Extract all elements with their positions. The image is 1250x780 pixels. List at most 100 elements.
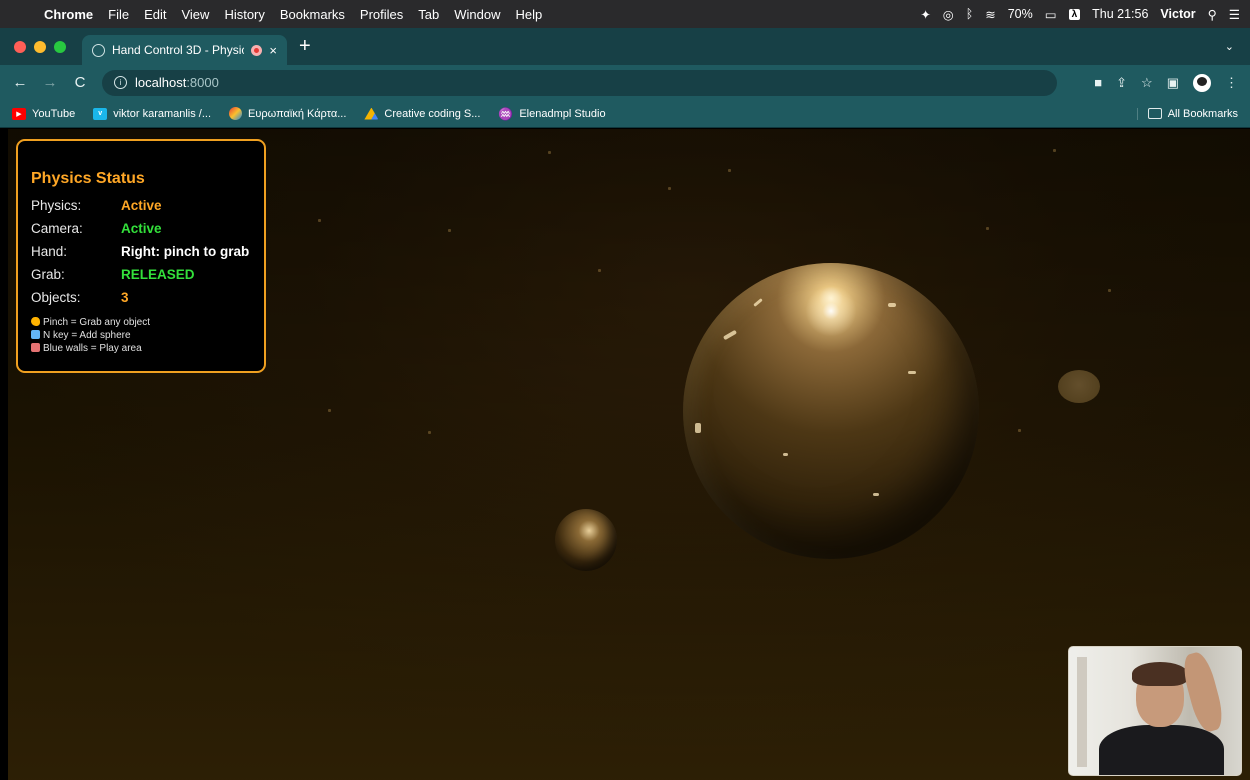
site-info-icon[interactable]: i — [114, 76, 127, 89]
macos-menu-bar: Chrome File Edit View History Bookmarks … — [0, 0, 1250, 28]
battery-icon[interactable]: ▭ — [1045, 7, 1057, 22]
back-button[interactable]: ← — [12, 74, 28, 91]
hint-text: N key = Add sphere — [43, 330, 131, 341]
chevron-down-icon[interactable]: ⌄ — [1225, 40, 1234, 53]
wall-icon — [31, 343, 40, 352]
distant-sphere[interactable] — [1058, 370, 1100, 403]
wifi-icon[interactable]: ≋ — [985, 7, 995, 22]
menu-bookmarks[interactable]: Bookmarks — [280, 7, 345, 22]
status-key: Objects: — [31, 290, 81, 305]
all-bookmarks-button[interactable]: All Bookmarks — [1136, 107, 1238, 120]
recording-icon — [251, 44, 263, 56]
user-name[interactable]: Victor — [1160, 7, 1195, 21]
control-center-icon[interactable]: ☰ — [1229, 7, 1240, 22]
status-row-camera: Camera: Active — [31, 217, 251, 240]
bookmark-label: viktor karamanlis /... — [113, 107, 212, 120]
status-area: ✦ ◎ ᛒ ≋ 70% ▭ λ Thu 21:56 Victor ⚲ ☰ — [920, 7, 1240, 22]
toolbar-actions: ■ ⇪ ☆ ▣ ⋮ — [1094, 73, 1238, 92]
sphere-glint — [873, 493, 879, 496]
bookmark-european-card[interactable]: Ευρωπαϊκή Κάρτα... — [229, 107, 346, 120]
status-value-hand: Right: pinch to grab — [121, 244, 250, 259]
share-icon[interactable]: ⇪ — [1116, 75, 1127, 91]
camera-in-use-icon[interactable]: ■ — [1094, 75, 1102, 90]
creative-cloud-icon[interactable]: ◎ — [943, 7, 954, 22]
status-key: Physics: — [31, 198, 82, 213]
bookmark-label: Elenadmpl Studio — [519, 107, 606, 120]
new-tab-button[interactable]: + — [299, 35, 311, 58]
status-row-hand: Hand: Right: pinch to grab — [31, 240, 251, 263]
tab-hand-control[interactable]: Hand Control 3D - Physics × — [82, 35, 287, 65]
forward-button[interactable]: → — [42, 74, 58, 91]
vimeo-icon: v — [93, 107, 108, 120]
status-value-grab: RELEASED — [121, 267, 195, 282]
webcam-background-door — [1077, 657, 1087, 767]
profile-avatar[interactable] — [1193, 73, 1211, 92]
all-bookmarks-label: All Bookmarks — [1167, 107, 1238, 120]
dust-particle — [1108, 289, 1111, 292]
small-sphere[interactable] — [555, 509, 617, 571]
dust-particle — [328, 409, 331, 412]
google-drive-icon — [364, 107, 379, 120]
battery-percent: 70% — [1007, 7, 1033, 21]
more-menu-icon[interactable]: ⋮ — [1225, 75, 1238, 91]
fullscreen-window-button[interactable] — [54, 40, 66, 53]
dust-particle — [318, 219, 321, 222]
spotlight-search-icon[interactable]: ⚲ — [1208, 7, 1217, 22]
bookmark-label: Creative coding S... — [384, 107, 481, 120]
dust-particle — [428, 431, 431, 434]
status-key: Camera: — [31, 221, 83, 236]
menu-help[interactable]: Help — [516, 7, 543, 22]
bookmark-youtube[interactable]: ▶ YouTube — [12, 107, 75, 120]
colorful-app-icon[interactable]: ✦ — [920, 7, 930, 22]
dust-particle — [668, 187, 671, 190]
studio-logo-icon: ♒ — [498, 106, 514, 121]
dust-particle — [548, 151, 551, 154]
clock[interactable]: Thu 21:56 — [1092, 7, 1148, 21]
url-text[interactable]: localhost:8000 — [135, 75, 219, 90]
status-row-grab: Grab: RELEASED — [31, 263, 251, 286]
bookmark-star-icon[interactable]: ☆ — [1141, 75, 1153, 91]
webcam-person-hair — [1132, 662, 1188, 686]
url-host: localhost — [135, 75, 187, 90]
minimize-window-button[interactable] — [34, 40, 46, 53]
dust-particle — [1053, 149, 1056, 152]
physics-status-panel: Physics Status Physics: Active Camera: A… — [16, 139, 266, 373]
hint-text: Blue walls = Play area — [43, 343, 142, 354]
bookmark-elenadmpl[interactable]: ♒ Elenadmpl Studio — [498, 107, 605, 121]
menu-view[interactable]: View — [181, 7, 209, 22]
menu-tab[interactable]: Tab — [418, 7, 439, 22]
menu-file[interactable]: File — [108, 7, 129, 22]
sphere-glint — [908, 371, 916, 374]
webcam-person-body — [1099, 725, 1224, 775]
youtube-icon: ▶ — [12, 107, 26, 120]
menu-history[interactable]: History — [224, 7, 264, 22]
status-value-objects: 3 — [121, 290, 129, 305]
sphere-glint — [695, 423, 701, 433]
bookmark-vimeo[interactable]: v viktor karamanlis /... — [93, 107, 212, 120]
bookmark-creative-coding[interactable]: Creative coding S... — [364, 107, 481, 120]
menu-edit[interactable]: Edit — [144, 7, 166, 22]
side-panel-icon[interactable]: ▣ — [1167, 75, 1179, 91]
dust-particle — [1018, 429, 1021, 432]
window-controls — [14, 40, 66, 53]
close-tab-button[interactable]: × — [269, 43, 277, 58]
key-icon — [31, 330, 40, 339]
lambda-icon[interactable]: λ — [1068, 8, 1081, 20]
tab-strip: Hand Control 3D - Physics × + ⌄ — [0, 28, 1250, 65]
menu-profiles[interactable]: Profiles — [360, 7, 403, 22]
sphere-glint — [888, 303, 896, 307]
menu-window[interactable]: Window — [454, 7, 500, 22]
large-sphere[interactable] — [683, 263, 979, 559]
controls-hints: Pinch = Grab any object N key = Add sphe… — [31, 316, 251, 355]
panel-title: Physics Status — [31, 170, 145, 187]
reload-button[interactable]: C — [72, 74, 88, 91]
tab-title: Hand Control 3D - Physics — [112, 43, 245, 57]
menu-app-chrome[interactable]: Chrome — [44, 7, 93, 22]
bluetooth-icon[interactable]: ᛒ — [966, 7, 974, 21]
status-row-physics: Physics: Active — [31, 194, 251, 217]
close-window-button[interactable] — [14, 40, 26, 53]
url-port: :8000 — [186, 75, 219, 90]
address-bar[interactable]: i localhost:8000 — [102, 69, 1057, 96]
status-key: Hand: — [31, 244, 68, 259]
status-value-physics: Active — [121, 198, 162, 213]
